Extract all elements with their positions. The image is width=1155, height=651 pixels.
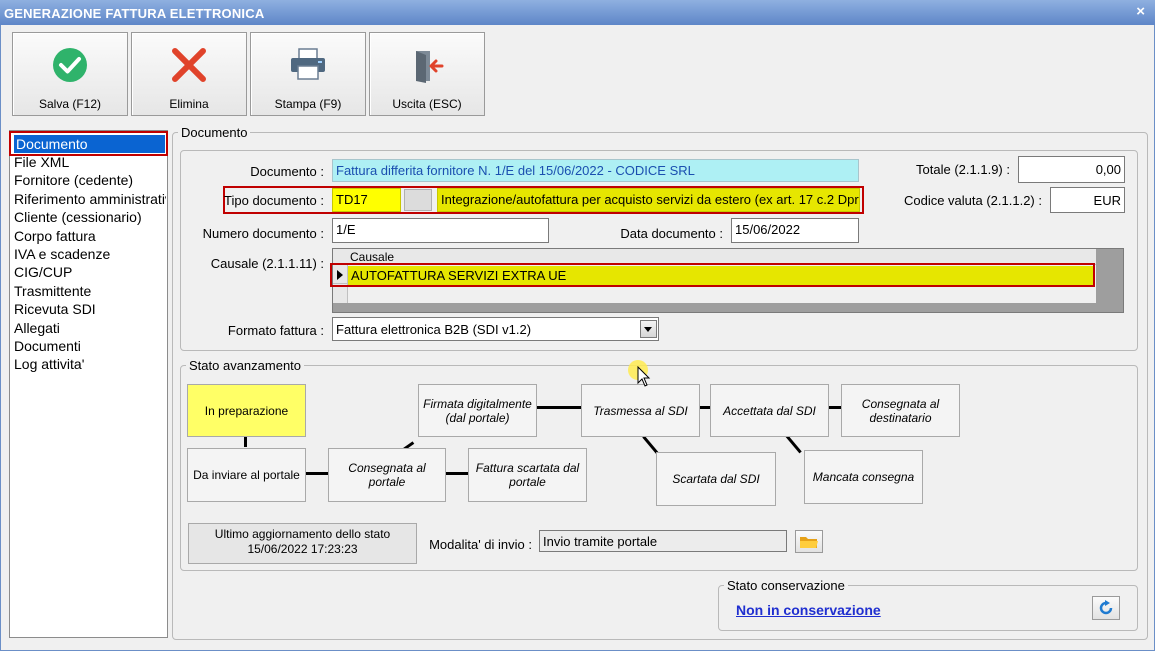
state-da-inviare: Da inviare al portale	[187, 448, 306, 502]
tipo-documento-label: Tipo documento :	[224, 193, 324, 208]
connector-line	[700, 406, 710, 409]
state-consegnata-destinatario: Consegnata al destinatario	[841, 384, 960, 437]
sidebar-item-documento[interactable]: Documento	[14, 135, 165, 153]
sidebar-item-corpo[interactable]: Corpo fattura	[14, 227, 168, 245]
print-button[interactable]: Stampa (F9)	[250, 32, 366, 116]
state-consegnata-portale: Consegnata al portale	[328, 448, 446, 502]
state-firmata: Firmata digitalmente (dal portale)	[418, 384, 537, 437]
state-accettata: Accettata dal SDI	[710, 384, 829, 437]
checkmark-icon	[53, 48, 87, 82]
formato-fattura-select[interactable]: Fattura elettronica B2B (SDI v1.2)	[332, 317, 659, 341]
causale-highlight	[330, 263, 1095, 287]
numero-documento-label: Numero documento :	[202, 226, 324, 241]
tipo-documento-code-field[interactable]: TD17	[332, 188, 401, 212]
documento-label: Documento :	[250, 164, 324, 179]
window-titlebar: GENERAZIONE FATTURA ELETTRONICA	[0, 0, 1155, 25]
sidebar-item-fornitore[interactable]: Fornitore (cedente)	[14, 171, 168, 189]
sidebar-item-riferimento[interactable]: Riferimento amministrativo	[14, 190, 166, 208]
connector-line	[446, 472, 468, 475]
refresh-button[interactable]	[1092, 596, 1120, 620]
numero-documento-field[interactable]: 1/E	[332, 218, 549, 243]
formato-fattura-label: Formato fattura :	[227, 323, 324, 338]
codice-valuta-field[interactable]: EUR	[1050, 187, 1125, 213]
delete-label: Elimina	[169, 97, 209, 111]
state-scartata-sdi: Scartata dal SDI	[656, 452, 776, 506]
modalita-browse-button[interactable]	[795, 530, 823, 553]
stato-conservazione-title: Stato conservazione	[724, 578, 848, 593]
folder-icon	[800, 537, 818, 548]
sidebar-item-ricevuta[interactable]: Ricevuta SDI	[14, 300, 168, 318]
delete-button[interactable]: Elimina	[131, 32, 247, 116]
exit-door-icon	[416, 51, 444, 83]
state-in-preparazione: In preparazione	[187, 384, 306, 437]
ultimo-aggiornamento-label: Ultimo aggiornamento dello stato	[214, 527, 391, 541]
sidebar-item-allegati[interactable]: Allegati	[14, 319, 168, 337]
ultimo-aggiornamento-value: 15/06/2022 17:23:23	[247, 542, 358, 556]
state-trasmessa: Trasmessa al SDI	[581, 384, 700, 437]
connector-line	[537, 406, 581, 409]
modalita-invio-label: Modalita' di invio :	[429, 537, 532, 552]
sidebar-item-trasmittente[interactable]: Trasmittente	[14, 282, 168, 300]
tipo-documento-lookup-button[interactable]	[404, 189, 432, 211]
save-button[interactable]: Salva (F12)	[12, 32, 128, 116]
connector-line	[829, 406, 841, 409]
non-in-conservazione-link[interactable]: Non in conservazione	[736, 602, 881, 618]
tipo-documento-desc-field: Integrazione/autofattura per acquisto se…	[437, 188, 860, 212]
documento-field[interactable]: Fattura differita fornitore N. 1/E del 1…	[332, 159, 859, 182]
connector-line	[306, 472, 328, 475]
mouse-cursor-icon	[637, 366, 651, 387]
connector-line	[244, 436, 247, 447]
sidebar-item-iva[interactable]: IVA e scadenze	[14, 245, 168, 263]
codice-valuta-label: Codice valuta (2.1.1.2) :	[903, 193, 1042, 208]
sidebar-item-log[interactable]: Log attivita'	[14, 355, 168, 373]
sidebar-item-documenti[interactable]: Documenti	[14, 337, 168, 355]
close-icon[interactable]: ×	[1136, 3, 1145, 20]
exit-button[interactable]: Uscita (ESC)	[369, 32, 485, 116]
sidebar-item-cliente[interactable]: Cliente (cessionario)	[14, 208, 168, 226]
totale-label: Totale (2.1.1.9) :	[916, 162, 1010, 177]
modalita-invio-field: Invio tramite portale	[539, 530, 787, 552]
causale-label: Causale (2.1.1.11) :	[210, 256, 324, 271]
data-documento-field[interactable]: 15/06/2022	[731, 218, 859, 243]
chevron-down-icon	[644, 327, 652, 332]
save-label: Salva (F12)	[38, 97, 102, 111]
printer-icon	[291, 48, 325, 80]
documento-outer-title: Documento	[178, 125, 251, 140]
print-label: Stampa (F9)	[274, 97, 342, 111]
sidebar-item-cig[interactable]: CIG/CUP	[14, 263, 168, 281]
window-title: GENERAZIONE FATTURA ELETTRONICA	[4, 6, 265, 21]
state-mancata-consegna: Mancata consegna	[804, 450, 923, 504]
exit-label: Uscita (ESC)	[392, 97, 462, 111]
state-scartata-portale: Fattura scartata dal portale	[468, 448, 587, 502]
totale-field[interactable]: 0,00	[1018, 156, 1125, 183]
data-documento-label: Data documento :	[620, 226, 723, 241]
causale-column-header: Causale	[350, 250, 395, 264]
stato-avanzamento-title: Stato avanzamento	[186, 358, 305, 373]
delete-x-icon	[172, 48, 206, 82]
refresh-icon	[1099, 600, 1113, 615]
sidebar-item-file-xml[interactable]: File XML	[14, 153, 168, 171]
